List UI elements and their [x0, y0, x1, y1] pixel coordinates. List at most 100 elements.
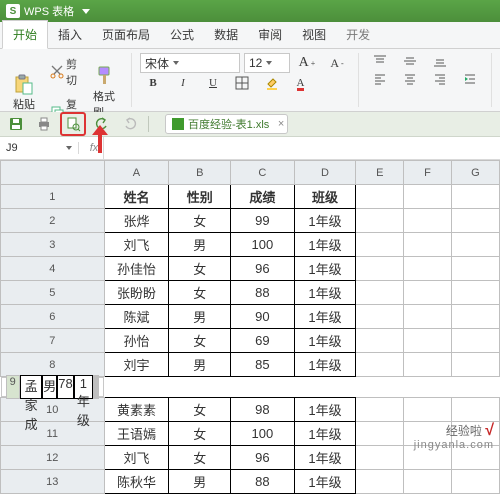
- paste-button[interactable]: 粘贴: [6, 70, 42, 114]
- cell[interactable]: [356, 185, 404, 209]
- col-header[interactable]: G: [451, 161, 499, 185]
- cell[interactable]: [356, 470, 404, 494]
- indent-button[interactable]: [457, 71, 483, 87]
- cell[interactable]: [356, 209, 404, 233]
- cell[interactable]: [356, 353, 404, 377]
- cell[interactable]: 陈秋华: [104, 470, 169, 494]
- cell[interactable]: [356, 233, 404, 257]
- tab-page-layout[interactable]: 页面布局: [92, 21, 160, 48]
- cell[interactable]: 1年级: [294, 305, 356, 329]
- cell[interactable]: 男: [169, 353, 231, 377]
- cell[interactable]: [404, 185, 452, 209]
- cell[interactable]: [404, 209, 452, 233]
- cell[interactable]: 孙怡: [104, 329, 169, 353]
- cell[interactable]: 88: [231, 281, 295, 305]
- col-header[interactable]: E: [356, 161, 404, 185]
- cell[interactable]: 100: [231, 233, 295, 257]
- cell[interactable]: [356, 446, 404, 470]
- name-box[interactable]: J9: [0, 142, 79, 154]
- cell[interactable]: [451, 185, 499, 209]
- cell[interactable]: 女: [169, 329, 231, 353]
- font-name-select[interactable]: 宋体: [140, 53, 240, 73]
- col-header[interactable]: D: [294, 161, 356, 185]
- cell[interactable]: 85: [231, 353, 295, 377]
- cell[interactable]: 88: [231, 470, 295, 494]
- cell[interactable]: [451, 305, 499, 329]
- cell[interactable]: [404, 398, 452, 422]
- cell[interactable]: 1年级: [294, 233, 356, 257]
- close-icon[interactable]: ×: [278, 118, 284, 130]
- align-bottom-button[interactable]: [427, 53, 453, 69]
- col-header[interactable]: B: [169, 161, 231, 185]
- cell[interactable]: [451, 353, 499, 377]
- cell[interactable]: 1年级: [294, 257, 356, 281]
- tab-start[interactable]: 开始: [2, 20, 48, 49]
- col-header[interactable]: C: [231, 161, 295, 185]
- tab-view[interactable]: 视图: [292, 21, 336, 48]
- formula-fx-button[interactable]: fx: [85, 139, 103, 157]
- align-top-button[interactable]: [367, 53, 393, 69]
- fill-color-button[interactable]: [260, 75, 286, 91]
- cell[interactable]: 孙佳怡: [104, 257, 169, 281]
- qat-redo-button[interactable]: [118, 113, 142, 135]
- row-header[interactable]: 3: [1, 233, 105, 257]
- tab-insert[interactable]: 插入: [48, 21, 92, 48]
- row-header[interactable]: 8: [1, 353, 105, 377]
- table-row[interactable]: 7孙怡女691年级: [1, 329, 500, 353]
- cell[interactable]: [356, 398, 404, 422]
- bold-button[interactable]: B: [140, 76, 166, 90]
- table-row[interactable]: 9孟家成男781年级: [1, 377, 105, 397]
- cell[interactable]: 陈斌: [104, 305, 169, 329]
- table-row[interactable]: 13陈秋华男881年级: [1, 470, 500, 494]
- qat-undo-button[interactable]: [90, 113, 114, 135]
- cell[interactable]: [404, 470, 452, 494]
- cut-button[interactable]: 剪切: [46, 53, 83, 91]
- cell[interactable]: 1年级: [294, 446, 356, 470]
- cell[interactable]: 男: [169, 470, 231, 494]
- formula-input[interactable]: [103, 137, 500, 159]
- col-header[interactable]: A: [104, 161, 169, 185]
- font-color-button[interactable]: A: [290, 76, 316, 90]
- row-header[interactable]: 7: [1, 329, 105, 353]
- table-row[interactable]: 5张盼盼女881年级: [1, 281, 500, 305]
- cell[interactable]: 性别: [169, 185, 231, 209]
- select-all-corner[interactable]: [1, 161, 105, 185]
- decrease-font-button[interactable]: A-: [324, 55, 350, 72]
- row-header[interactable]: 6: [1, 305, 105, 329]
- cell[interactable]: 张烨: [104, 209, 169, 233]
- cell[interactable]: 张盼盼: [104, 281, 169, 305]
- cell[interactable]: 69: [231, 329, 295, 353]
- cell[interactable]: [404, 281, 452, 305]
- row-header[interactable]: 2: [1, 209, 105, 233]
- row-header[interactable]: 1: [1, 185, 105, 209]
- cell[interactable]: [451, 209, 499, 233]
- cell[interactable]: [356, 257, 404, 281]
- table-row[interactable]: 2张烨女991年级: [1, 209, 500, 233]
- cell[interactable]: [404, 353, 452, 377]
- cell[interactable]: 96: [231, 446, 295, 470]
- table-row[interactable]: 6陈斌男901年级: [1, 305, 500, 329]
- tab-developer[interactable]: 开发: [336, 21, 380, 48]
- cell[interactable]: 成绩: [231, 185, 295, 209]
- cell[interactable]: 姓名: [104, 185, 169, 209]
- table-row[interactable]: 1姓名性别成绩班级: [1, 185, 500, 209]
- row-header[interactable]: 4: [1, 257, 105, 281]
- cell[interactable]: 100: [231, 422, 295, 446]
- cell[interactable]: [451, 329, 499, 353]
- qat-save-button[interactable]: [4, 113, 28, 135]
- cell[interactable]: 黄素素: [104, 398, 169, 422]
- underline-button[interactable]: U: [200, 76, 226, 90]
- cell[interactable]: 女: [169, 281, 231, 305]
- cell[interactable]: [356, 329, 404, 353]
- cell[interactable]: 99: [231, 209, 295, 233]
- cell[interactable]: [451, 281, 499, 305]
- row-header[interactable]: 5: [1, 281, 105, 305]
- cell[interactable]: [356, 422, 404, 446]
- cell[interactable]: [404, 257, 452, 281]
- border-button[interactable]: [230, 75, 256, 91]
- cell[interactable]: [451, 470, 499, 494]
- cell[interactable]: [451, 398, 499, 422]
- row-header[interactable]: 12: [1, 446, 105, 470]
- table-row[interactable]: 4孙佳怡女961年级: [1, 257, 500, 281]
- cell[interactable]: 刘飞: [104, 446, 169, 470]
